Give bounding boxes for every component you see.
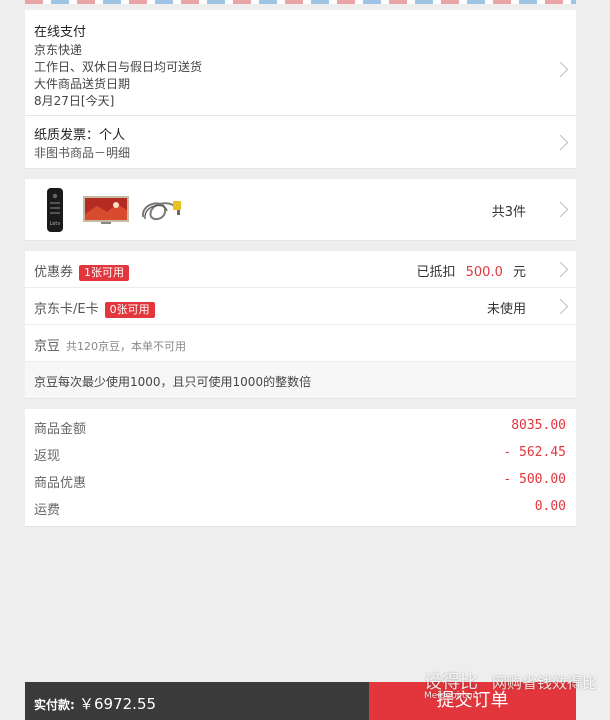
jdcard-label-wrap: 京东卡/E卡 0张可用: [34, 298, 155, 318]
coupon-label: 优惠券: [34, 265, 74, 280]
coupon-label-wrap: 优惠券 1张可用: [34, 261, 130, 281]
large-item-label: 大件商品送货日期: [34, 77, 131, 91]
summary-value: - 562.45: [503, 445, 566, 460]
summary-row: 商品金额 8035.00: [25, 413, 576, 440]
summary-row: 商品优惠 - 500.00: [25, 467, 576, 494]
beans-note: 京豆每次最少使用1000，且只可使用1000的整数倍: [25, 362, 576, 398]
carrier: 京东快递: [34, 43, 83, 57]
pay-label: 实付款:: [34, 698, 75, 712]
delivery-date: 8月27日[今天]: [34, 94, 115, 108]
coupon-deduction: 已抵扣 500.0 元: [416, 261, 526, 280]
jdcard-badge: 0张可用: [104, 302, 155, 318]
product-list[interactable]: Letv 共3件: [25, 179, 576, 241]
beans-label: 京豆: [34, 339, 61, 354]
coupon-row[interactable]: 优惠券 1张可用 已抵扣 500.0 元: [25, 251, 576, 288]
summary-value: 0.00: [534, 499, 566, 514]
jdcard-label: 京东卡/E卡: [34, 302, 99, 317]
price-summary: 商品金额 8035.00 返现 - 562.45 商品优惠 - 500.00 运…: [25, 409, 576, 527]
beans-label-wrap: 京豆 共120京豆，本单不可用: [34, 335, 186, 354]
cable-icon: [141, 201, 181, 220]
svg-text:Letv: Letv: [50, 221, 61, 227]
summary-value: 8035.00: [511, 418, 566, 433]
delivery-section[interactable]: 在线支付 京东快递 工作日、双休日与假日均可送货 大件商品送货日期 8月27日[…: [25, 10, 576, 116]
payment-method: 在线支付: [34, 25, 87, 40]
invoice-section[interactable]: 纸质发票：个人 非图书商品－明细: [25, 116, 576, 169]
chevron-right-icon: [552, 261, 569, 278]
summary-row: 返现 - 562.45: [25, 440, 576, 467]
summary-label: 运费: [34, 503, 61, 518]
remote-control-icon: Letv: [47, 188, 63, 232]
summary-label: 商品金额: [34, 422, 87, 437]
watermark: 设得比 Meidebi.com 网购省钱效得比: [424, 668, 604, 718]
deducted-prefix: 已抵扣: [416, 265, 456, 280]
total-panel: 实付款: ￥6972.55: [25, 682, 369, 720]
section-gap: [25, 169, 576, 179]
invoice-detail: 非图书商品－明细: [34, 146, 131, 160]
order-page: 在线支付 京东快递 工作日、双休日与假日均可送货 大件商品送货日期 8月27日[…: [25, 0, 576, 527]
beans-row: 京豆 共120京豆，本单不可用: [25, 325, 576, 362]
deducted-unit: 元: [512, 265, 526, 280]
chevron-right-icon: [552, 298, 569, 315]
summary-label: 返现: [34, 449, 61, 464]
watermark-brand: 设得比: [424, 672, 478, 693]
discounts-section: 优惠券 1张可用 已抵扣 500.0 元 京东卡/E卡 0张可用 未使用 京豆 共12…: [25, 251, 576, 399]
pay-amount: ￥6972.55: [79, 695, 157, 713]
jdcard-status: 未使用: [486, 302, 526, 317]
chevron-right-icon: [552, 201, 569, 218]
tv-screen-icon: [83, 196, 129, 224]
delivery-schedule: 工作日、双休日与假日均可送货: [34, 60, 203, 74]
section-gap: [25, 241, 576, 251]
coupon-badge: 1张可用: [79, 265, 130, 281]
airmail-border: [25, 0, 576, 4]
beans-sub: 共120京豆，本单不可用: [66, 340, 187, 353]
deducted-amount: 500.0: [465, 265, 503, 280]
summary-label: 商品优惠: [34, 476, 87, 491]
invoice-title: 纸质发票：个人: [34, 128, 126, 143]
summary-value: - 500.00: [503, 472, 566, 487]
watermark-slogan: 网购省钱效得比: [492, 674, 598, 692]
jdcard-row[interactable]: 京东卡/E卡 0张可用 未使用: [25, 288, 576, 325]
summary-row: 运费 0.00: [25, 494, 576, 521]
product-count: 共3件: [491, 205, 526, 220]
section-gap: [25, 399, 576, 409]
